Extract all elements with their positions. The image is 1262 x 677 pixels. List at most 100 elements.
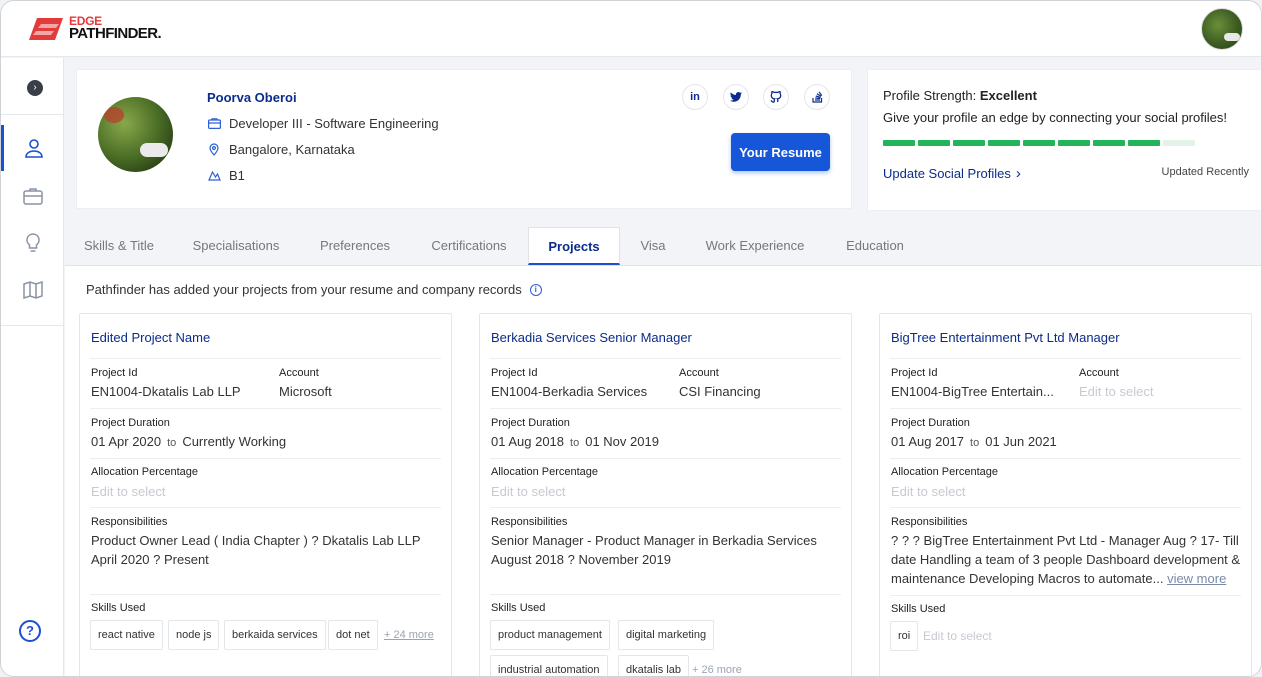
edge-pathfinder-logo[interactable]: EDGE PATHFINDER. xyxy=(29,15,189,45)
tab-skills-title[interactable]: Skills & Title xyxy=(69,227,169,265)
info-icon[interactable]: i xyxy=(529,283,542,296)
strength-segment-empty xyxy=(1163,140,1195,146)
strength-segment-filled xyxy=(1023,140,1055,146)
duration-value[interactable]: 01 Aug 2018 to 01 Nov 2019 xyxy=(491,434,659,449)
sidebar-divider xyxy=(1,114,64,115)
duration-label: Project Duration xyxy=(891,417,970,429)
project-card[interactable]: Berkadia Services Senior Manager Project… xyxy=(479,313,852,676)
more-skills-link[interactable]: + 24 more xyxy=(384,620,434,650)
project-card[interactable]: BigTree Entertainment Pvt Ltd Manager Pr… xyxy=(879,313,1252,676)
skills-edit-placeholder[interactable]: Edit to select xyxy=(923,621,992,651)
skill-chip[interactable]: react native xyxy=(90,620,163,650)
account-value[interactable]: CSI Financing xyxy=(679,384,761,399)
duration-end: 01 Nov 2019 xyxy=(585,434,659,449)
sidebar-expand-toggle[interactable]: › xyxy=(27,80,43,96)
twitter-icon[interactable] xyxy=(723,84,749,110)
duration-label: Project Duration xyxy=(491,417,570,429)
allocation-value[interactable]: Edit to select xyxy=(91,484,165,499)
strength-segment-filled xyxy=(988,140,1020,146)
skill-chip[interactable]: dot net xyxy=(328,620,378,650)
duration-value[interactable]: 01 Apr 2020 to Currently Working xyxy=(91,434,286,449)
skill-chip[interactable]: berkaida services xyxy=(224,620,326,650)
profile-tabs: Skills & Title Specialisations Preferenc… xyxy=(65,227,1261,266)
project-title[interactable]: Edited Project Name xyxy=(91,330,210,345)
divider xyxy=(90,408,441,409)
tab-projects[interactable]: Projects xyxy=(528,227,620,265)
skill-chip[interactable]: roi xyxy=(890,621,919,651)
github-icon[interactable] xyxy=(763,84,789,110)
strength-segment-filled xyxy=(1058,140,1090,146)
divider xyxy=(490,594,841,595)
tab-certifications[interactable]: Certifications xyxy=(419,227,519,265)
stackoverflow-icon[interactable] xyxy=(804,84,830,110)
responsibilities-block: ? ? ? BigTree Entertainment Pvt Ltd - Ma… xyxy=(891,531,1243,588)
update-social-profiles-label: Update Social Profiles xyxy=(883,166,1011,181)
project-id-value: EN1004-Berkadia Services xyxy=(491,384,648,399)
your-resume-button[interactable]: Your Resume xyxy=(731,133,830,171)
divider xyxy=(490,358,841,359)
responsibilities-label: Responsibilities xyxy=(91,516,168,528)
update-social-profiles-link[interactable]: Update Social Profiles › xyxy=(883,165,1021,182)
user-avatar[interactable] xyxy=(1201,8,1243,50)
sidebar-item-jobs[interactable] xyxy=(1,173,64,219)
duration-start: 01 Aug 2017 xyxy=(891,434,965,449)
responsibilities-label: Responsibilities xyxy=(491,516,568,528)
allocation-value[interactable]: Edit to select xyxy=(891,484,965,499)
profile-photo[interactable] xyxy=(98,97,173,172)
project-id-value: EN1004-Dkatalis Lab LLP xyxy=(91,384,241,399)
profile-name: Poorva Oberoi xyxy=(207,90,297,105)
project-title[interactable]: Berkadia Services Senior Manager xyxy=(491,330,692,345)
profile-card: Poorva Oberoi Developer III - Software E… xyxy=(76,69,852,209)
duration-label: Project Duration xyxy=(91,417,170,429)
more-skills-link[interactable]: + 26 more xyxy=(692,655,742,676)
updated-status: Updated Recently xyxy=(1161,166,1249,178)
profile-strength-title: Profile Strength: Excellent xyxy=(883,88,1037,103)
skill-chip[interactable]: industrial automation xyxy=(490,655,608,676)
project-card[interactable]: Edited Project Name Project Id EN1004-Dk… xyxy=(79,313,452,676)
project-title[interactable]: BigTree Entertainment Pvt Ltd Manager xyxy=(891,330,1120,345)
skills-used-label: Skills Used xyxy=(491,602,546,614)
projects-panel: Pathfinder has added your projects from … xyxy=(65,266,1261,676)
sidebar-item-profile[interactable] xyxy=(1,125,64,171)
chevron-right-icon: › xyxy=(1015,165,1021,182)
project-id-label: Project Id xyxy=(91,367,138,379)
divider xyxy=(890,595,1241,596)
logo-mark-icon xyxy=(29,18,63,40)
divider xyxy=(490,408,841,409)
tab-education[interactable]: Education xyxy=(835,227,915,265)
account-value[interactable]: Edit to select xyxy=(1079,384,1153,399)
skill-chip[interactable]: node js xyxy=(168,620,220,650)
duration-start: 01 Aug 2018 xyxy=(491,434,565,449)
duration-end: Currently Working xyxy=(182,434,287,449)
tab-visa[interactable]: Visa xyxy=(631,227,675,265)
duration-value[interactable]: 01 Aug 2017 to 01 Jun 2021 xyxy=(891,434,1057,449)
duration-to: to xyxy=(570,437,580,449)
strength-segment-filled xyxy=(953,140,985,146)
sidebar-item-roadmap[interactable] xyxy=(1,267,64,313)
skill-chip[interactable]: product management xyxy=(490,620,610,650)
linkedin-icon[interactable]: in xyxy=(682,84,708,110)
skill-chip[interactable]: dkatalis lab xyxy=(618,655,690,676)
skills-used-label: Skills Used xyxy=(91,602,146,614)
sidebar-item-ideas[interactable] xyxy=(1,220,64,266)
view-more-link[interactable]: view more xyxy=(1167,571,1226,586)
profile-strength-label: Profile Strength: xyxy=(883,88,977,103)
logo-text-pathfinder: PATHFINDER. xyxy=(69,25,162,42)
tab-specialisations[interactable]: Specialisations xyxy=(179,227,293,265)
profile-role: Developer III - Software Engineering xyxy=(229,116,439,131)
account-label: Account xyxy=(279,367,319,379)
strength-segment-filled xyxy=(883,140,915,146)
divider xyxy=(90,358,441,359)
divider xyxy=(890,358,1241,359)
skill-chip[interactable]: digital marketing xyxy=(618,620,715,650)
allocation-value[interactable]: Edit to select xyxy=(491,484,565,499)
projects-info: Pathfinder has added your projects from … xyxy=(86,282,542,297)
location-pin-icon xyxy=(207,143,221,157)
tab-preferences[interactable]: Preferences xyxy=(305,227,405,265)
tab-work-experience[interactable]: Work Experience xyxy=(697,227,813,265)
help-icon[interactable]: ? xyxy=(19,620,41,642)
project-id-value: EN1004-BigTree Entertain... xyxy=(891,384,1054,399)
responsibilities-label: Responsibilities xyxy=(891,516,968,528)
account-value[interactable]: Microsoft xyxy=(279,384,332,399)
project-id-label: Project Id xyxy=(891,367,938,379)
